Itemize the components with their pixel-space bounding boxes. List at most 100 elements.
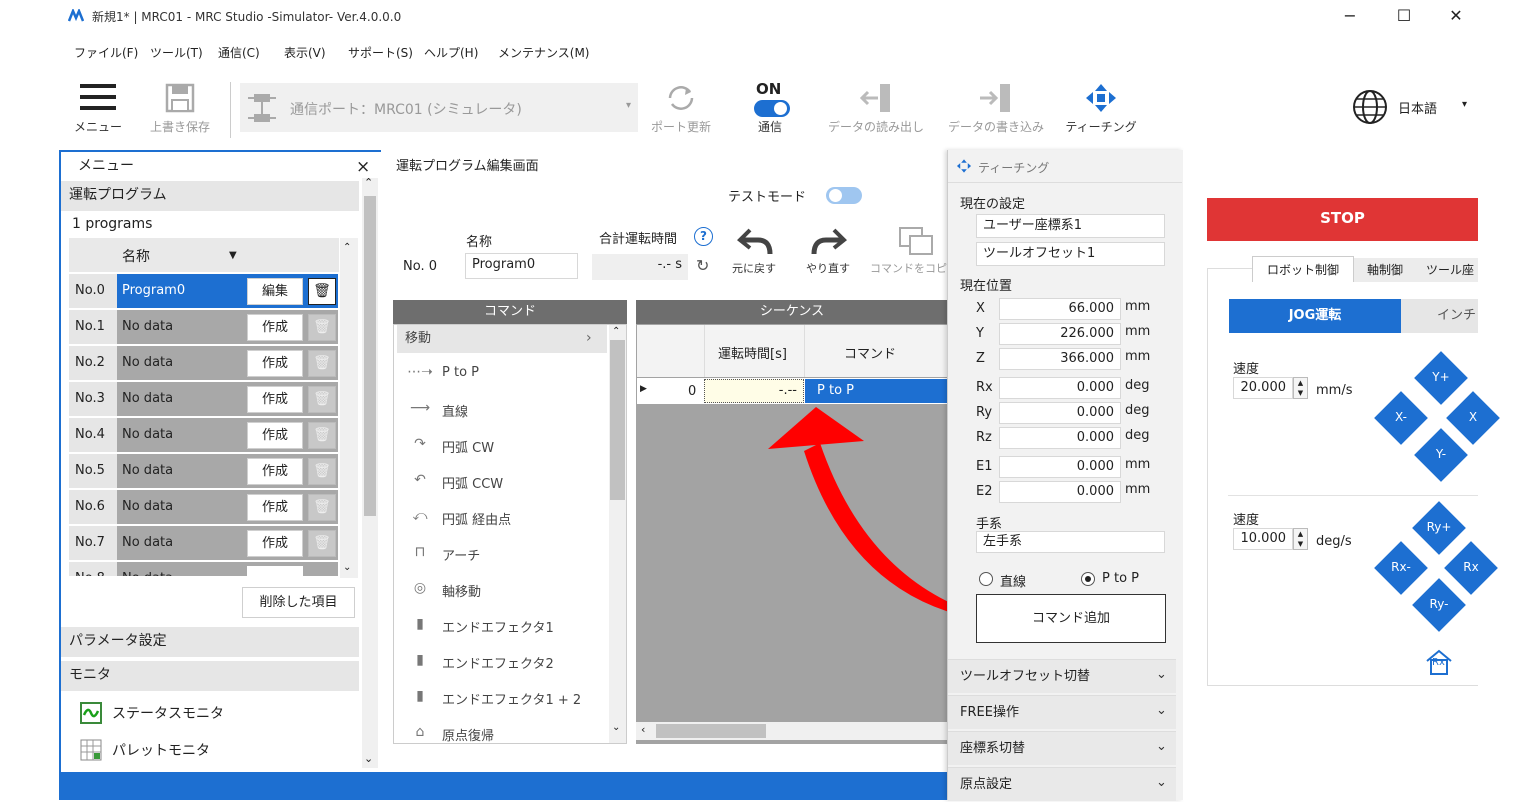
speed-stepper-1[interactable]: ▲ ▼ xyxy=(1293,377,1308,399)
read-data-icon[interactable] xyxy=(856,82,896,114)
test-mode-toggle[interactable] xyxy=(826,187,862,204)
command-scroll-thumb[interactable] xyxy=(610,340,625,500)
accordion-section[interactable]: ツールオフセット切替 xyxy=(948,659,1176,693)
write-data-icon[interactable] xyxy=(976,82,1016,114)
section-programs[interactable]: 運転プログラム xyxy=(61,181,359,211)
menu-file[interactable]: ファイル(F) xyxy=(74,44,138,61)
command-item[interactable]: エンドエフェクタ2 xyxy=(442,653,554,672)
accordion-section[interactable]: 原点設定 xyxy=(948,767,1176,801)
close-button[interactable]: ✕ xyxy=(1436,4,1476,30)
group-move[interactable]: 移動 xyxy=(397,325,607,353)
program-name-input[interactable]: Program0 xyxy=(465,253,578,279)
redo-icon[interactable] xyxy=(808,224,848,258)
command-item[interactable]: アーチ xyxy=(442,545,480,564)
minimize-button[interactable]: − xyxy=(1330,4,1370,30)
command-item[interactable]: 原点復帰 xyxy=(442,725,494,744)
globe-icon[interactable] xyxy=(1352,89,1388,125)
pallet-monitor-link[interactable]: パレットモニタ xyxy=(112,740,210,760)
menu-support[interactable]: サポート(S) xyxy=(348,44,413,61)
program-row-no[interactable]: No.1 xyxy=(69,310,117,344)
undo-icon[interactable] xyxy=(736,224,776,258)
program-row-name[interactable]: No data xyxy=(117,310,243,344)
program-row-no[interactable]: No.8 xyxy=(69,562,117,576)
program-row-name[interactable]: No data xyxy=(117,346,243,380)
program-row-no[interactable]: No.5 xyxy=(69,454,117,488)
hamburger-icon[interactable] xyxy=(80,84,116,114)
scroll-down-icon[interactable]: ⌄ xyxy=(343,562,351,573)
menu-help[interactable]: ヘルプ(H) xyxy=(424,44,478,61)
menu-view[interactable]: 表示(V) xyxy=(284,44,326,61)
program-row-button[interactable]: 編集 xyxy=(247,278,303,305)
scroll-up-icon[interactable]: ⌃ xyxy=(364,176,373,189)
program-row-no[interactable]: No.7 xyxy=(69,526,117,560)
command-item[interactable]: 円弧 経由点 xyxy=(442,509,511,528)
program-row-name[interactable]: Program0 xyxy=(117,274,243,308)
command-item[interactable]: 円弧 CCW xyxy=(442,473,503,492)
trash-icon[interactable]: 🗑 xyxy=(308,314,336,341)
speed-stepper-2[interactable]: ▲ ▼ xyxy=(1293,528,1308,550)
tab-robot-control[interactable]: ロボット制御 xyxy=(1252,256,1354,282)
command-item[interactable]: 直線 xyxy=(442,401,468,420)
menu-tool[interactable]: ツール(T) xyxy=(150,44,203,61)
program-row-name[interactable]: No data xyxy=(117,490,243,524)
trash-icon[interactable]: 🗑 xyxy=(308,350,336,377)
command-item[interactable]: P to P xyxy=(442,365,479,380)
save-icon[interactable] xyxy=(165,83,195,113)
deleted-items-button[interactable]: 削除した項目 xyxy=(242,587,355,618)
program-row-name[interactable]: No data xyxy=(117,562,243,576)
program-row-button[interactable]: 作成 xyxy=(247,314,303,341)
radio-ptp[interactable] xyxy=(1081,572,1095,586)
program-row-no[interactable]: No.4 xyxy=(69,418,117,452)
menu-comm[interactable]: 通信(C) xyxy=(218,44,260,61)
seq-command-cell[interactable]: P to P xyxy=(805,379,947,403)
scroll-left-icon[interactable]: ‹ xyxy=(641,723,645,736)
command-item[interactable]: エンドエフェクタ1 + 2 xyxy=(442,689,581,708)
accordion-section[interactable]: FREE操作 xyxy=(948,695,1176,729)
scroll-up-icon[interactable]: ⌃ xyxy=(343,242,351,253)
status-monitor-link[interactable]: ステータスモニタ xyxy=(112,703,224,723)
program-row-name[interactable]: No data xyxy=(117,382,243,416)
panel-scroll-thumb[interactable] xyxy=(364,196,376,516)
program-row-button[interactable]: 作成 xyxy=(247,458,303,485)
maximize-button[interactable]: ☐ xyxy=(1384,4,1424,30)
comm-toggle[interactable] xyxy=(754,100,790,117)
program-row-name[interactable]: No data xyxy=(117,526,243,560)
trash-icon[interactable]: 🗑 xyxy=(308,494,336,521)
program-row-no[interactable]: No.0 xyxy=(69,274,117,308)
trash-icon[interactable]: 🗑 xyxy=(308,278,336,305)
column-name-header[interactable]: 名称 xyxy=(122,246,150,266)
tab-axis-control[interactable]: 軸制御 xyxy=(1354,258,1416,282)
program-row-button[interactable]: 作成 xyxy=(247,386,303,413)
trash-icon[interactable]: 🗑 xyxy=(308,530,336,557)
command-item[interactable]: 円弧 CW xyxy=(442,437,494,456)
scroll-up-icon[interactable]: ⌃ xyxy=(612,326,620,337)
accordion-section[interactable]: 座標系切替 xyxy=(948,731,1176,765)
refresh-icon[interactable]: ↻ xyxy=(696,256,709,275)
command-item[interactable]: エンドエフェクタ1 xyxy=(442,617,554,636)
language-select[interactable]: 日本語 xyxy=(1398,98,1437,117)
program-row-no[interactable]: No.2 xyxy=(69,346,117,380)
trash-icon[interactable]: 🗑 xyxy=(308,386,336,413)
program-row-button[interactable] xyxy=(247,566,303,576)
program-row-button[interactable]: 作成 xyxy=(247,494,303,521)
jog-tab[interactable]: JOG運転 xyxy=(1229,299,1401,333)
section-monitor[interactable]: モニタ xyxy=(61,661,359,691)
tab-tool-coord[interactable]: ツール座 xyxy=(1416,258,1478,282)
program-row-name[interactable]: No data xyxy=(117,454,243,488)
close-icon[interactable]: × xyxy=(356,157,370,177)
trash-icon[interactable]: 🗑 xyxy=(308,458,336,485)
program-row-no[interactable]: No.3 xyxy=(69,382,117,416)
seq-time-cell[interactable]: -.-- xyxy=(704,379,804,403)
refresh-port-icon[interactable] xyxy=(664,82,698,114)
scroll-down-icon[interactable]: ⌄ xyxy=(612,722,620,733)
program-row-no[interactable]: No.6 xyxy=(69,490,117,524)
menu-maintenance[interactable]: メンテナンス(M) xyxy=(498,44,589,61)
copy-command-icon[interactable] xyxy=(898,226,934,256)
program-row-button[interactable]: 作成 xyxy=(247,530,303,557)
stop-button[interactable]: STOP xyxy=(1207,198,1478,241)
program-row-name[interactable]: No data xyxy=(117,418,243,452)
trash-icon[interactable]: 🗑 xyxy=(308,422,336,449)
help-icon[interactable]: ? xyxy=(694,227,713,246)
teaching-icon[interactable] xyxy=(1084,82,1118,114)
program-row-button[interactable]: 作成 xyxy=(247,422,303,449)
